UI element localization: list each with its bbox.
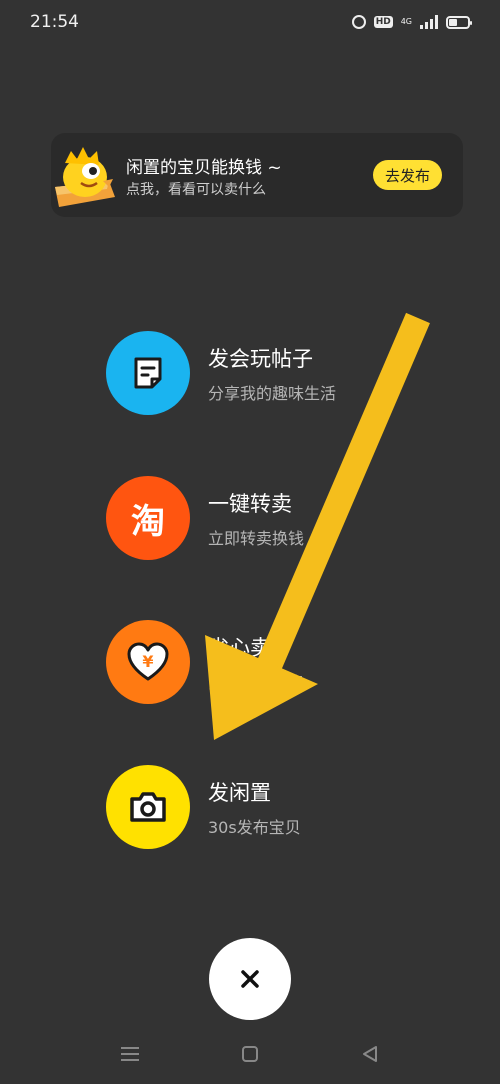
heart-yuan-icon: ¥	[106, 620, 190, 704]
menu-item-sub: 高价省心寄卖	[208, 673, 305, 692]
document-icon	[106, 331, 190, 415]
menu-item-post[interactable]: 发会玩帖子 分享我的趣味生活	[106, 331, 406, 415]
home-icon[interactable]	[235, 1042, 265, 1066]
menu-item-label: 省心卖	[208, 636, 271, 660]
yuan-glyph: ¥	[142, 652, 153, 671]
close-button[interactable]	[209, 938, 291, 1020]
status-bar: 21:54 HD 4G	[0, 0, 500, 44]
menu-item-label: 发会玩帖子	[208, 347, 313, 371]
menu-item-label: 发闲置	[208, 781, 271, 805]
close-icon	[241, 970, 259, 988]
status-time: 21:54	[30, 12, 79, 32]
menu-icon[interactable]	[115, 1042, 145, 1066]
menu-item-label: 一键转卖	[208, 492, 292, 516]
banner-title: 闲置的宝贝能换钱 ~	[126, 158, 282, 178]
taobao-glyph: 淘	[131, 501, 165, 542]
taobao-icon: 淘	[106, 476, 190, 560]
menu-item-sub: 立即转卖换钱	[208, 529, 305, 548]
menu-item-consign[interactable]: ¥ 省心卖 高价省心寄卖	[106, 620, 406, 704]
menu-item-sub: 30s发布宝贝	[208, 818, 301, 837]
sell-prompt-banner[interactable]: 闲置的宝贝能换钱 ~ 点我，看看可以卖什么 去发布	[51, 133, 463, 217]
camera-icon	[106, 765, 190, 849]
alarm-icon	[351, 15, 366, 29]
network-type: 4G	[400, 17, 412, 26]
go-publish-button[interactable]: 去发布	[373, 160, 442, 190]
system-nav-bar	[0, 1030, 500, 1084]
battery-icon	[446, 15, 472, 29]
status-icons: HD 4G	[351, 15, 472, 29]
back-icon[interactable]	[355, 1042, 385, 1066]
signal-icon	[420, 15, 438, 29]
hd-icon: HD	[373, 16, 393, 28]
mascot-fish-icon	[55, 147, 115, 207]
menu-item-sub: 分享我的趣味生活	[208, 384, 337, 403]
menu-item-resell[interactable]: 淘 一键转卖 立即转卖换钱	[106, 476, 406, 560]
menu-item-publish-idle[interactable]: 发闲置 30s发布宝贝	[106, 765, 406, 849]
banner-subtitle: 点我，看看可以卖什么	[126, 182, 266, 198]
